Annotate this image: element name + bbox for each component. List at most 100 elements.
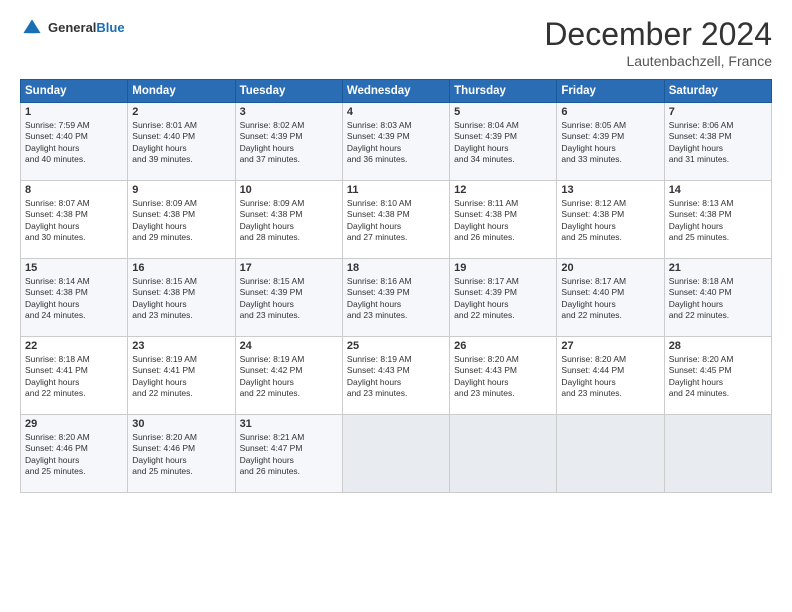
calendar-cell bbox=[450, 415, 557, 493]
calendar-cell: 17 Sunrise: 8:15 AM Sunset: 4:39 PM Dayl… bbox=[235, 259, 342, 337]
day-number: 11 bbox=[347, 184, 445, 196]
day-info: Sunrise: 8:19 AM Sunset: 4:41 PM Dayligh… bbox=[132, 354, 230, 400]
day-info: Sunrise: 8:06 AM Sunset: 4:38 PM Dayligh… bbox=[669, 120, 767, 166]
day-info: Sunrise: 8:21 AM Sunset: 4:47 PM Dayligh… bbox=[240, 432, 338, 478]
header-row: SundayMondayTuesdayWednesdayThursdayFrid… bbox=[21, 80, 772, 103]
day-info: Sunrise: 8:19 AM Sunset: 4:42 PM Dayligh… bbox=[240, 354, 338, 400]
calendar-table: SundayMondayTuesdayWednesdayThursdayFrid… bbox=[20, 79, 772, 493]
header-wednesday: Wednesday bbox=[342, 80, 449, 103]
day-number: 8 bbox=[25, 184, 123, 196]
day-info: Sunrise: 8:13 AM Sunset: 4:38 PM Dayligh… bbox=[669, 198, 767, 244]
day-info: Sunrise: 8:20 AM Sunset: 4:46 PM Dayligh… bbox=[25, 432, 123, 478]
day-info: Sunrise: 8:02 AM Sunset: 4:39 PM Dayligh… bbox=[240, 120, 338, 166]
header: GeneralBlue December 2024 Lautenbachzell… bbox=[20, 16, 772, 69]
day-number: 17 bbox=[240, 262, 338, 274]
day-number: 26 bbox=[454, 340, 552, 352]
day-number: 10 bbox=[240, 184, 338, 196]
calendar-cell: 15 Sunrise: 8:14 AM Sunset: 4:38 PM Dayl… bbox=[21, 259, 128, 337]
calendar-cell bbox=[557, 415, 664, 493]
day-info: Sunrise: 8:20 AM Sunset: 4:44 PM Dayligh… bbox=[561, 354, 659, 400]
calendar-cell: 11 Sunrise: 8:10 AM Sunset: 4:38 PM Dayl… bbox=[342, 181, 449, 259]
day-number: 6 bbox=[561, 106, 659, 118]
day-info: Sunrise: 8:17 AM Sunset: 4:40 PM Dayligh… bbox=[561, 276, 659, 322]
day-info: Sunrise: 8:20 AM Sunset: 4:46 PM Dayligh… bbox=[132, 432, 230, 478]
month-title: December 2024 bbox=[544, 16, 772, 53]
day-number: 13 bbox=[561, 184, 659, 196]
calendar-cell: 29 Sunrise: 8:20 AM Sunset: 4:46 PM Dayl… bbox=[21, 415, 128, 493]
calendar-cell: 6 Sunrise: 8:05 AM Sunset: 4:39 PM Dayli… bbox=[557, 103, 664, 181]
day-number: 25 bbox=[347, 340, 445, 352]
day-info: Sunrise: 8:15 AM Sunset: 4:39 PM Dayligh… bbox=[240, 276, 338, 322]
calendar-cell: 21 Sunrise: 8:18 AM Sunset: 4:40 PM Dayl… bbox=[664, 259, 771, 337]
logo-blue: Blue bbox=[96, 20, 124, 35]
calendar-row-1: 1 Sunrise: 7:59 AM Sunset: 4:40 PM Dayli… bbox=[21, 103, 772, 181]
logo-icon bbox=[20, 16, 44, 40]
calendar-cell: 22 Sunrise: 8:18 AM Sunset: 4:41 PM Dayl… bbox=[21, 337, 128, 415]
logo-general: General bbox=[48, 20, 96, 35]
header-sunday: Sunday bbox=[21, 80, 128, 103]
logo-text: GeneralBlue bbox=[48, 20, 125, 36]
day-info: Sunrise: 8:19 AM Sunset: 4:43 PM Dayligh… bbox=[347, 354, 445, 400]
day-info: Sunrise: 8:15 AM Sunset: 4:38 PM Dayligh… bbox=[132, 276, 230, 322]
calendar-cell: 1 Sunrise: 7:59 AM Sunset: 4:40 PM Dayli… bbox=[21, 103, 128, 181]
location-subtitle: Lautenbachzell, France bbox=[544, 53, 772, 69]
calendar-body: 1 Sunrise: 7:59 AM Sunset: 4:40 PM Dayli… bbox=[21, 103, 772, 493]
header-tuesday: Tuesday bbox=[235, 80, 342, 103]
day-number: 16 bbox=[132, 262, 230, 274]
calendar-row-3: 15 Sunrise: 8:14 AM Sunset: 4:38 PM Dayl… bbox=[21, 259, 772, 337]
calendar-cell bbox=[342, 415, 449, 493]
day-info: Sunrise: 8:11 AM Sunset: 4:38 PM Dayligh… bbox=[454, 198, 552, 244]
calendar-row-2: 8 Sunrise: 8:07 AM Sunset: 4:38 PM Dayli… bbox=[21, 181, 772, 259]
day-number: 23 bbox=[132, 340, 230, 352]
calendar-cell: 16 Sunrise: 8:15 AM Sunset: 4:38 PM Dayl… bbox=[128, 259, 235, 337]
header-friday: Friday bbox=[557, 80, 664, 103]
day-number: 2 bbox=[132, 106, 230, 118]
calendar-cell: 19 Sunrise: 8:17 AM Sunset: 4:39 PM Dayl… bbox=[450, 259, 557, 337]
day-info: Sunrise: 8:16 AM Sunset: 4:39 PM Dayligh… bbox=[347, 276, 445, 322]
day-info: Sunrise: 8:17 AM Sunset: 4:39 PM Dayligh… bbox=[454, 276, 552, 322]
day-number: 3 bbox=[240, 106, 338, 118]
calendar-cell: 31 Sunrise: 8:21 AM Sunset: 4:47 PM Dayl… bbox=[235, 415, 342, 493]
calendar-cell: 20 Sunrise: 8:17 AM Sunset: 4:40 PM Dayl… bbox=[557, 259, 664, 337]
calendar-cell: 2 Sunrise: 8:01 AM Sunset: 4:40 PM Dayli… bbox=[128, 103, 235, 181]
day-info: Sunrise: 8:09 AM Sunset: 4:38 PM Dayligh… bbox=[132, 198, 230, 244]
calendar-cell: 24 Sunrise: 8:19 AM Sunset: 4:42 PM Dayl… bbox=[235, 337, 342, 415]
day-number: 7 bbox=[669, 106, 767, 118]
calendar-row-5: 29 Sunrise: 8:20 AM Sunset: 4:46 PM Dayl… bbox=[21, 415, 772, 493]
day-info: Sunrise: 8:05 AM Sunset: 4:39 PM Dayligh… bbox=[561, 120, 659, 166]
page: GeneralBlue December 2024 Lautenbachzell… bbox=[0, 0, 792, 612]
calendar-cell: 18 Sunrise: 8:16 AM Sunset: 4:39 PM Dayl… bbox=[342, 259, 449, 337]
day-number: 27 bbox=[561, 340, 659, 352]
calendar-cell bbox=[664, 415, 771, 493]
day-number: 4 bbox=[347, 106, 445, 118]
day-number: 29 bbox=[25, 418, 123, 430]
title-block: December 2024 Lautenbachzell, France bbox=[544, 16, 772, 69]
day-number: 21 bbox=[669, 262, 767, 274]
day-number: 14 bbox=[669, 184, 767, 196]
day-info: Sunrise: 8:09 AM Sunset: 4:38 PM Dayligh… bbox=[240, 198, 338, 244]
day-number: 5 bbox=[454, 106, 552, 118]
day-number: 9 bbox=[132, 184, 230, 196]
day-number: 19 bbox=[454, 262, 552, 274]
day-info: Sunrise: 8:14 AM Sunset: 4:38 PM Dayligh… bbox=[25, 276, 123, 322]
calendar-cell: 12 Sunrise: 8:11 AM Sunset: 4:38 PM Dayl… bbox=[450, 181, 557, 259]
calendar-cell: 10 Sunrise: 8:09 AM Sunset: 4:38 PM Dayl… bbox=[235, 181, 342, 259]
day-info: Sunrise: 8:18 AM Sunset: 4:40 PM Dayligh… bbox=[669, 276, 767, 322]
header-saturday: Saturday bbox=[664, 80, 771, 103]
day-number: 15 bbox=[25, 262, 123, 274]
day-info: Sunrise: 8:12 AM Sunset: 4:38 PM Dayligh… bbox=[561, 198, 659, 244]
day-number: 24 bbox=[240, 340, 338, 352]
day-number: 22 bbox=[25, 340, 123, 352]
day-info: Sunrise: 8:01 AM Sunset: 4:40 PM Dayligh… bbox=[132, 120, 230, 166]
calendar-cell: 28 Sunrise: 8:20 AM Sunset: 4:45 PM Dayl… bbox=[664, 337, 771, 415]
day-number: 1 bbox=[25, 106, 123, 118]
day-number: 28 bbox=[669, 340, 767, 352]
day-info: Sunrise: 8:04 AM Sunset: 4:39 PM Dayligh… bbox=[454, 120, 552, 166]
day-info: Sunrise: 7:59 AM Sunset: 4:40 PM Dayligh… bbox=[25, 120, 123, 166]
calendar-cell: 30 Sunrise: 8:20 AM Sunset: 4:46 PM Dayl… bbox=[128, 415, 235, 493]
day-number: 18 bbox=[347, 262, 445, 274]
day-info: Sunrise: 8:20 AM Sunset: 4:43 PM Dayligh… bbox=[454, 354, 552, 400]
day-info: Sunrise: 8:10 AM Sunset: 4:38 PM Dayligh… bbox=[347, 198, 445, 244]
calendar-cell: 5 Sunrise: 8:04 AM Sunset: 4:39 PM Dayli… bbox=[450, 103, 557, 181]
day-number: 31 bbox=[240, 418, 338, 430]
